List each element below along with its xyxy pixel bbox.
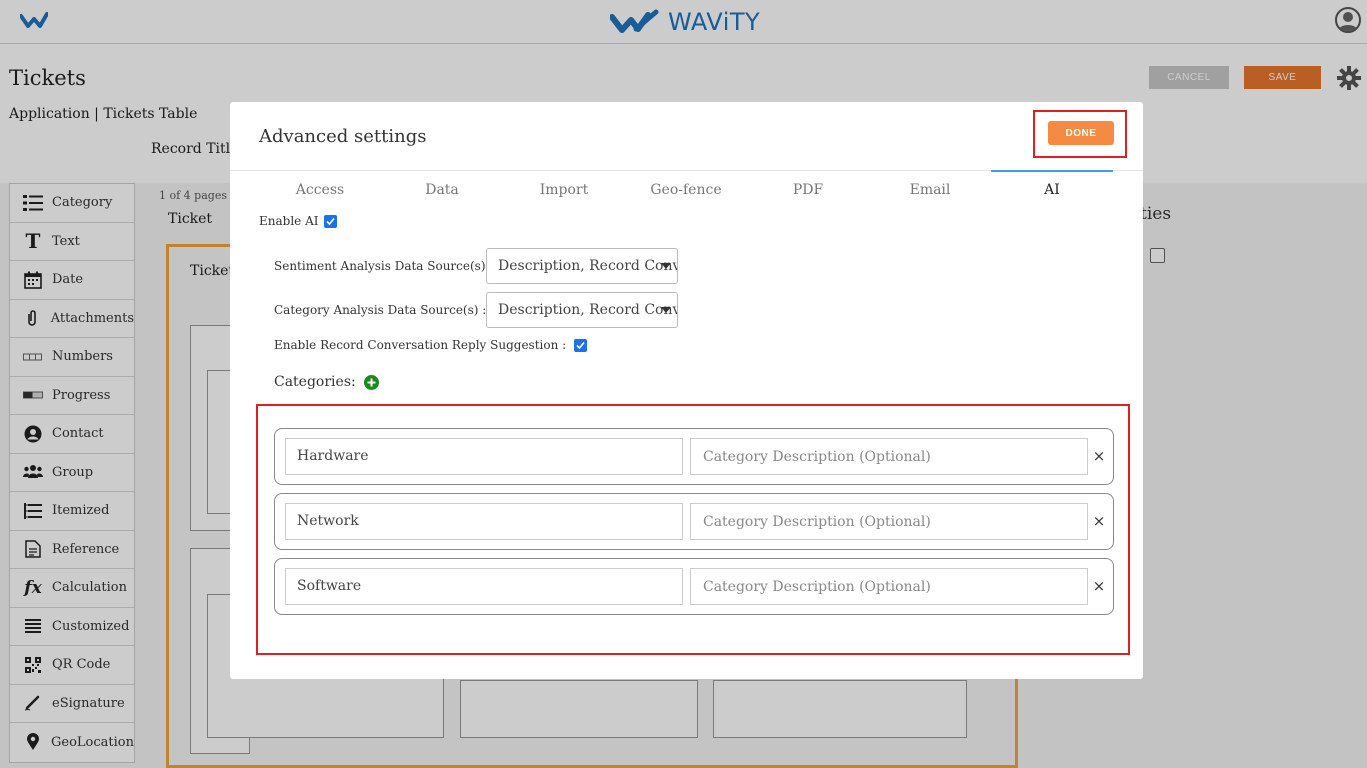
reply-suggestion-label: Enable Record Conversation Reply Suggest… (274, 338, 567, 352)
caret-down-icon (661, 263, 671, 269)
checkmark-icon (576, 341, 585, 349)
categories-label: Categories: (274, 374, 356, 390)
category-description-input[interactable]: Category Description (Optional) (690, 503, 1088, 540)
category-source-value: Description, Record Conversation (498, 302, 677, 318)
categories-header: Categories: (274, 374, 379, 390)
category-card: Network Category Description (Optional) … (274, 493, 1114, 550)
tab-import[interactable]: Import (503, 172, 625, 204)
sentiment-source-label: Sentiment Analysis Data Source(s) : (274, 259, 494, 273)
enable-ai-row: Enable AI (259, 214, 338, 228)
category-card: Software Category Description (Optional)… (274, 558, 1114, 615)
advanced-settings-modal: Advanced settings DONE Access Data Impor… (230, 102, 1143, 679)
reply-suggestion-checkbox[interactable] (574, 338, 588, 352)
checkmark-icon (326, 217, 336, 225)
tab-ai[interactable]: AI (991, 170, 1113, 202)
remove-category-icon[interactable]: × (1092, 511, 1106, 531)
reply-suggestion-row: Enable Record Conversation Reply Suggest… (274, 338, 588, 352)
add-category-icon[interactable] (363, 374, 379, 390)
category-card: Hardware Category Description (Optional)… (274, 428, 1114, 485)
modal-title: Advanced settings (259, 126, 427, 147)
remove-category-icon[interactable]: × (1092, 446, 1106, 466)
remove-category-icon[interactable]: × (1092, 576, 1106, 596)
tab-pdf[interactable]: PDF (747, 172, 869, 204)
category-name-input[interactable]: Hardware (285, 438, 683, 475)
tab-access[interactable]: Access (259, 172, 381, 204)
tab-data[interactable]: Data (381, 172, 503, 204)
category-description-input[interactable]: Category Description (Optional) (690, 438, 1088, 475)
tab-geo-fence[interactable]: Geo-fence (625, 172, 747, 204)
category-source-dropdown[interactable]: Description, Record Conversation (486, 292, 678, 328)
category-source-label: Category Analysis Data Source(s) : (274, 303, 487, 317)
sentiment-source-dropdown[interactable]: Description, Record Conversation (486, 248, 678, 284)
enable-ai-label: Enable AI (259, 214, 319, 228)
category-description-input[interactable]: Category Description (Optional) (690, 568, 1088, 605)
enable-ai-checkbox[interactable] (324, 214, 338, 228)
category-name-input[interactable]: Network (285, 503, 683, 540)
caret-down-icon (661, 307, 671, 313)
done-highlight-box (1033, 110, 1127, 158)
tab-email[interactable]: Email (869, 172, 991, 204)
sentiment-source-value: Description, Record Conversation (498, 258, 677, 274)
category-name-input[interactable]: Software (285, 568, 683, 605)
